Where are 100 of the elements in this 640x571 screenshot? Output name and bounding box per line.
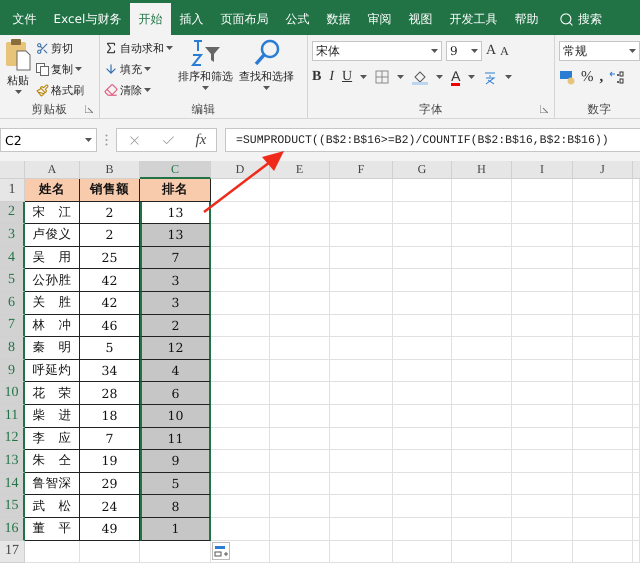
empty-cell [512,202,573,224]
empty-cell [393,518,452,540]
decimal-icon[interactable] [609,69,626,85]
row-header[interactable]: 16 [0,518,25,540]
table-cell: 公孙胜 [25,269,80,292]
table-cell: 吴 用 [25,246,80,270]
find-select-button[interactable]: 查找和选择 [238,39,295,100]
font-size-field[interactable]: 9 [446,41,482,61]
menu-tab[interactable]: 开发工具 [440,3,506,35]
column-header[interactable]: B [80,161,140,179]
bold-button[interactable]: B [312,67,322,87]
table-cell: 2 [140,314,211,338]
row-header[interactable]: 13 [0,450,25,473]
italic-button[interactable]: I [329,67,334,87]
fill-color-icon[interactable] [412,69,428,85]
caret-icon [263,86,270,90]
row-header[interactable]: 2 [0,202,25,224]
caret-icon [202,86,209,90]
format-painter-button[interactable]: 格式刷 [36,81,84,99]
caret-icon [468,75,476,79]
empty-cell [573,202,633,224]
column-header[interactable]: J [573,161,633,179]
menu-tab[interactable]: Excel与财务 [45,3,130,35]
menu-tab[interactable]: 视图 [400,3,441,35]
menu-tab[interactable]: 公式 [276,3,318,35]
column-header[interactable]: H [452,161,512,179]
empty-cell [452,382,512,405]
empty-cell [452,540,512,564]
decrease-font-button[interactable]: A [500,41,509,61]
font-name-field[interactable]: 宋体 [312,41,442,61]
group-title: 编辑 [192,102,216,116]
empty-cell [512,450,573,473]
empty-cell [270,472,330,496]
launcher-icon[interactable] [85,105,93,113]
borders-icon[interactable] [375,70,390,84]
menu-tab[interactable]: 文件 [4,3,45,35]
menu-tab[interactable]: 开始 [130,3,171,35]
table-cell: 34 [80,360,140,382]
empty-cell [393,450,452,473]
comma-button[interactable]: , [600,67,604,87]
column-header[interactable]: E [270,161,330,179]
menu-tab[interactable]: 审阅 [358,3,400,35]
menu-tab[interactable]: 数据 [318,3,359,35]
clear-button[interactable]: 清除 [104,81,173,99]
column-header[interactable]: D [211,161,270,179]
column-heading: 销售额 [80,179,140,202]
number-format-field[interactable]: 常规 [559,41,640,61]
table-cell: 12 [140,337,211,360]
sort-filter-button[interactable]: 排序和筛选 [177,39,234,100]
search-button[interactable]: 搜索 [552,3,608,35]
empty-cell [393,314,452,338]
empty-cell [512,518,573,540]
empty-cell [270,246,330,270]
column-header[interactable]: F [330,161,393,179]
menu-tab[interactable]: 页面布局 [212,3,277,35]
insert-function-button[interactable]: fx [195,132,206,148]
column-header[interactable]: A [25,161,80,179]
table-cell: 10 [140,404,211,428]
row-header[interactable]: 10 [0,382,25,405]
empty-cell [270,269,330,292]
paste-button[interactable]: 粘贴 [4,39,32,100]
row-header[interactable]: 8 [0,337,25,360]
launcher-icon[interactable] [540,105,548,113]
underline-button[interactable]: U [342,67,352,87]
row-header[interactable]: 1 [0,179,25,202]
row-header[interactable]: 15 [0,495,25,518]
currency-icon[interactable] [559,69,575,85]
empty-cell [330,292,393,315]
row-header[interactable]: 6 [0,292,25,315]
row-header[interactable]: 7 [0,314,25,338]
name-box[interactable]: C2 [0,128,97,152]
increase-font-button[interactable]: A [486,41,496,61]
row-header[interactable]: 9 [0,360,25,382]
formula-field[interactable]: =SUMPRODUCT((B$2:B$16>=B2)/COUNTIF(B$2:B$16,B$2:B$16)) [225,128,640,152]
table-cell: 董 平 [25,518,80,540]
table-cell: 7 [140,246,211,270]
row-header[interactable]: 14 [0,472,25,496]
row-header[interactable]: 12 [0,428,25,450]
empty-cell [393,360,452,382]
caret-icon [75,67,82,71]
autosum-button[interactable]: 自动求和 [104,39,173,57]
fill-button[interactable]: 填充 [104,60,173,78]
row-header[interactable]: 5 [0,269,25,292]
empty-cell [270,337,330,360]
column-header[interactable]: G [393,161,452,179]
menu-tab[interactable]: 帮助 [506,3,547,35]
row-header[interactable]: 4 [0,246,25,270]
cut-button[interactable]: 剪切 [36,39,84,57]
copy-button[interactable]: 复制 [36,60,84,78]
column-header[interactable]: I [512,161,573,179]
font-color-button[interactable]: A [451,67,460,87]
quick-analysis-icon[interactable] [212,542,230,560]
column-header[interactable]: C [140,161,211,179]
row-header[interactable]: 11 [0,404,25,428]
row-header[interactable]: 3 [0,224,25,247]
empty-cell [393,179,452,202]
empty-cell [512,540,573,564]
percent-button[interactable]: % [581,67,594,87]
row-header[interactable]: 17 [0,540,25,564]
menu-tab[interactable]: 插入 [170,3,212,35]
